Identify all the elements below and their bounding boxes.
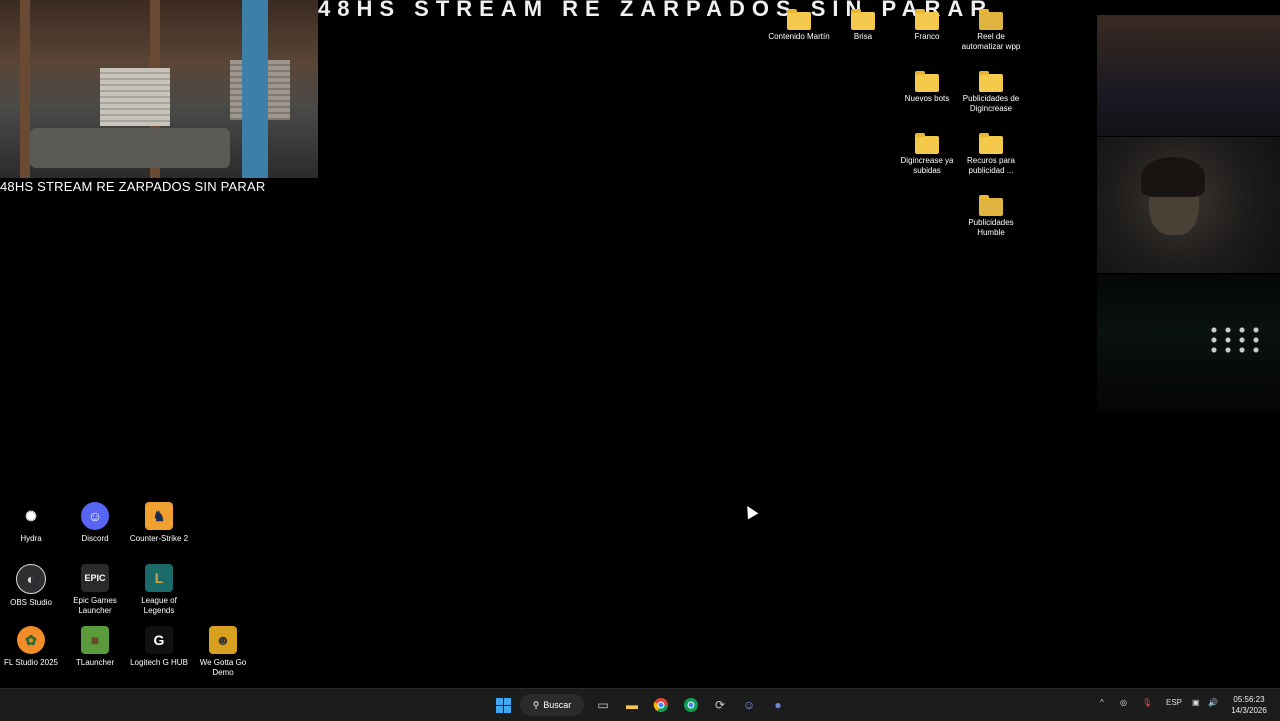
folder-icon: [979, 133, 1003, 154]
desktop-icon-franco[interactable]: Franco: [895, 8, 959, 42]
folder-icon: [851, 9, 875, 30]
tray-app-icon[interactable]: ◎: [1120, 698, 1127, 707]
folder-icon: [979, 71, 1003, 92]
hydra-icon: ✺: [25, 508, 37, 524]
microphone-icon[interactable]: 🎙: [1142, 698, 1152, 707]
settings-app-icon[interactable]: ⟳: [710, 695, 730, 715]
file-explorer-icon[interactable]: ▬: [622, 695, 642, 715]
chrome-profile-icon[interactable]: [681, 695, 701, 715]
clock[interactable]: 05:56:23 14/3/2026: [1222, 694, 1276, 716]
folder-icon: [915, 133, 939, 154]
desktop-icon-counter-strike[interactable]: ♞ Counter-Strike 2: [127, 502, 191, 544]
folder-icon: [915, 9, 939, 30]
blue-pole: [242, 0, 268, 178]
desktop-icon-label: Nuevos bots: [904, 94, 950, 103]
night-lights: [1207, 325, 1267, 355]
clock-time: 05:56:23: [1233, 695, 1265, 704]
desktop-icon-epic-games[interactable]: EPIC Epic Games Launcher: [63, 564, 127, 616]
desktop-icon-discord[interactable]: ☺ Discord: [63, 502, 127, 544]
desktop-icon-label: Publicidades Humble: [968, 218, 1014, 237]
desktop-icon-label: Logitech G HUB: [130, 658, 188, 667]
epic-games-icon: EPIC: [81, 564, 109, 592]
desktop-icon-we-gotta-go[interactable]: ☻ We Gotta Go Demo: [191, 626, 255, 678]
desktop-icon-label: Digincrease ya subidas: [900, 156, 954, 175]
webcam-feed: [1097, 137, 1280, 273]
desktop-icon-brisa[interactable]: Brisa: [831, 8, 895, 42]
desktop-icon-reel-automatizar[interactable]: Reel de automatizar wpp: [959, 8, 1023, 52]
obs-taskbar-icon[interactable]: ●: [768, 695, 788, 715]
tlauncher-icon: ■: [81, 626, 109, 654]
desktop-icon-label: Franco: [914, 32, 940, 41]
desktop-icon-label: Publicidades de Digincrease: [962, 94, 1020, 113]
network-icon[interactable]: ▣: [1192, 698, 1200, 707]
taskbar-search[interactable]: ⚲ Buscar: [520, 694, 584, 716]
clock-date: 14/3/2026: [1231, 706, 1267, 715]
window-blind: [100, 68, 170, 126]
desktop-icon-digincrease-subidas[interactable]: Digincrease ya subidas: [895, 132, 959, 176]
desktop-icon-tlauncher[interactable]: ■ TLauncher: [63, 626, 127, 668]
search-icon: ⚲: [532, 699, 540, 710]
taskbar: ⚲ Buscar ▭ ▬ ⟳ ☺ ● ^ ◎ 🎙 ESP ▣ 🔊 05:56:2…: [0, 688, 1280, 721]
sofa: [30, 128, 230, 168]
league-icon: L: [145, 564, 173, 592]
desktop-icon-publicidades-digincrease[interactable]: Publicidades de Digincrease: [959, 70, 1023, 114]
fl-studio-icon: ✿: [17, 626, 45, 654]
desktop-icon-label: Epic Games Launcher: [73, 596, 117, 615]
obs-icon: ◐: [16, 564, 46, 594]
desktop-icon-hydra[interactable]: ✺ Hydra: [0, 502, 63, 544]
desktop-icon-label: League of Legends: [141, 596, 177, 615]
folder-icon: [979, 9, 1003, 30]
desktop-icon-recursos-publicidad[interactable]: Recuros para publicidad ...: [959, 132, 1023, 176]
windows-logo-icon: [495, 697, 511, 713]
counter-strike-icon: ♞: [145, 502, 173, 530]
desktop-icon-label: FL Studio 2025: [4, 658, 58, 667]
discord-taskbar-icon[interactable]: ☺: [739, 695, 759, 715]
desktop-icon-label: TLauncher: [75, 658, 115, 667]
desktop-icon-contenido-martin[interactable]: Contenido Martín: [767, 8, 831, 42]
desktop-icon-label: Contenido Martín: [768, 32, 830, 41]
desktop-icon-obs[interactable]: ◐ OBS Studio: [0, 564, 63, 608]
desktop-icon-nuevos-bots[interactable]: Nuevos bots: [895, 70, 959, 104]
desktop-icon-label: Hydra: [20, 534, 42, 543]
start-button[interactable]: [493, 695, 513, 715]
ceiling-beam: [20, 0, 30, 178]
desktop-icon-publicidades-humble[interactable]: Publicidades Humble: [959, 194, 1023, 238]
logitech-icon: G: [145, 626, 173, 654]
camera-feed-top-right: [1097, 15, 1280, 136]
folder-icon: [979, 195, 1003, 216]
desktop-icon-label: Recuros para publicidad ...: [966, 156, 1016, 175]
stream-caption: 48HS STREAM RE ZARPADOS SIN PARAR: [0, 179, 266, 194]
we-gotta-go-icon: ☻: [209, 626, 237, 654]
folder-icon: [915, 71, 939, 92]
desktop-icon-fl-studio[interactable]: ✿ FL Studio 2025: [0, 626, 63, 668]
search-label: Buscar: [543, 700, 572, 710]
folder-icon: [787, 9, 811, 30]
desktop-icon-label: Counter-Strike 2: [129, 534, 189, 543]
volume-icon[interactable]: 🔊: [1208, 698, 1218, 707]
discord-icon: ☺: [81, 502, 109, 530]
mouse-cursor: [742, 503, 759, 520]
desktop-icon-label: Discord: [81, 534, 109, 543]
camera-feed-outdoor: [1097, 275, 1280, 412]
task-view-icon[interactable]: ▭: [593, 695, 613, 715]
desktop-icon-label: Brisa: [853, 32, 873, 41]
tray-chevron-icon[interactable]: ^: [1100, 698, 1104, 707]
chrome-icon[interactable]: [651, 695, 671, 715]
desktop-icon-label: We Gotta Go Demo: [199, 658, 247, 677]
desktop-icon-logitech[interactable]: G Logitech G HUB: [127, 626, 191, 668]
desktop-icon-league[interactable]: L League of Legends: [127, 564, 191, 616]
desktop-icon-label: OBS Studio: [10, 598, 52, 607]
language-indicator[interactable]: ESP: [1166, 698, 1182, 707]
streamer-hair: [1141, 157, 1205, 197]
desktop-icon-label: Reel de automatizar wpp: [961, 32, 1021, 51]
room-camera-feed: [0, 0, 318, 178]
